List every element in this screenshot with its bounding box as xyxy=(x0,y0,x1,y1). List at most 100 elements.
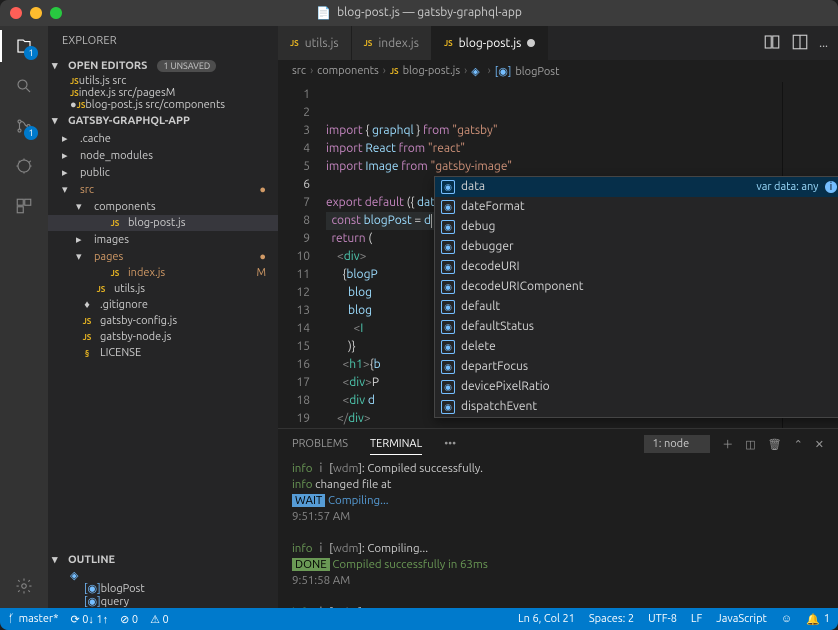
tree-folder[interactable]: ▾src● xyxy=(48,181,278,198)
maximize-panel-icon[interactable]: ⌃ xyxy=(794,438,803,451)
tab-more[interactable]: ••• xyxy=(444,434,456,454)
editor-tabs: JSutils.jsJSindex.jsJSblog-post.js ... xyxy=(278,26,838,60)
file-tree: ▸.cache▸node_modules▸public▾src●▾compone… xyxy=(48,130,278,550)
tree-folder[interactable]: ▸public xyxy=(48,164,278,181)
tree-file[interactable]: JSindex.jsM xyxy=(48,265,278,281)
title-project: gatsby-graphql-app xyxy=(417,6,522,19)
file-icon: 📄 xyxy=(316,6,331,20)
status-errors[interactable]: ⊘ 0 xyxy=(120,613,138,626)
extensions-icon[interactable] xyxy=(12,194,36,218)
eol[interactable]: LF xyxy=(691,613,702,626)
open-editor-item[interactable]: JSindex.js src/pagesM xyxy=(48,87,278,99)
tree-folder[interactable]: ▾pages● xyxy=(48,248,278,265)
suggest-item[interactable]: ◉datavar data: any i xyxy=(435,177,838,197)
new-terminal-icon[interactable]: ＋ xyxy=(722,436,733,452)
suggest-item[interactable]: ◉defaultStatus xyxy=(435,317,838,337)
trash-icon[interactable]: 🗑 xyxy=(768,438,782,451)
tree-file[interactable]: JSgatsby-config.js xyxy=(48,313,278,329)
git-branch[interactable]: ᚶ master* xyxy=(8,613,58,625)
suggest-item[interactable]: ◉dateFormat xyxy=(435,197,838,217)
chevron-down-icon: ▾ xyxy=(52,553,64,566)
tree-folder[interactable]: ▸.cache xyxy=(48,130,278,147)
feedback-icon[interactable]: ☺ xyxy=(781,613,792,626)
tree-folder[interactable]: ▸node_modules xyxy=(48,147,278,164)
tree-folder[interactable]: ▾components xyxy=(48,198,278,215)
scm-icon[interactable]: 1 xyxy=(12,114,36,138)
code-content[interactable]: import { graphql } from "gatsby"import R… xyxy=(320,82,782,428)
breadcrumb-segment[interactable]: components xyxy=(317,65,379,77)
open-editors-header[interactable]: ▾ OPEN EDITORS 1 UNSAVED xyxy=(48,56,278,75)
sidebar: EXPLORER ▾ OPEN EDITORS 1 UNSAVED JSutil… xyxy=(48,26,278,608)
project-header[interactable]: ▾ GATSBY-GRAPHQL-APP xyxy=(48,111,278,130)
editor-tab[interactable]: JSutils.js xyxy=(278,26,352,60)
split-terminal-icon[interactable]: ◫ xyxy=(745,438,755,451)
suggest-item[interactable]: ◉devicePixelRatio xyxy=(435,377,838,397)
breadcrumb[interactable]: src›components›JSblog-post.js›◈›[◉]blogP… xyxy=(278,60,838,82)
chevron-down-icon: ▾ xyxy=(52,59,64,72)
git-sync[interactable]: ⟳ 0↓ 1↑ xyxy=(70,613,108,626)
suggest-item[interactable]: ◉dispatchEvent xyxy=(435,397,838,417)
suggest-item[interactable]: ◉decodeURI xyxy=(435,257,838,277)
terminal-output[interactable]: info ｉ [wdm]: Compiled successfully.info… xyxy=(278,459,838,608)
indent[interactable]: Spaces: 2 xyxy=(589,613,634,626)
suggest-item[interactable]: ◉debug xyxy=(435,217,838,237)
tree-folder[interactable]: ▸images xyxy=(48,231,278,248)
breadcrumb-segment[interactable]: ◈ xyxy=(471,65,483,78)
sidebar-title: EXPLORER xyxy=(48,26,278,56)
tab-problems[interactable]: PROBLEMS xyxy=(292,434,348,454)
language-mode[interactable]: JavaScript xyxy=(716,613,767,626)
outline-label: OUTLINE xyxy=(68,554,115,566)
notifications[interactable]: 🔔 1 xyxy=(806,613,830,626)
bottom-panel: PROBLEMS TERMINAL ••• 1: node ＋ ◫ 🗑 ⌃ ✕ … xyxy=(278,428,838,608)
scm-badge: 1 xyxy=(24,126,38,140)
breadcrumb-segment[interactable]: JSblog-post.js xyxy=(390,65,460,77)
unsaved-badge: 1 UNSAVED xyxy=(157,60,216,72)
suggest-item[interactable]: ◉departFocus xyxy=(435,357,838,377)
open-editor-item[interactable]: JSutils.js src xyxy=(48,75,278,87)
status-warnings[interactable]: ⚠ 0 xyxy=(150,613,169,626)
open-editors-label: OPEN EDITORS xyxy=(68,60,147,72)
outline-item[interactable]: [◉]blogPost xyxy=(48,582,278,595)
close-panel-icon[interactable]: ✕ xyxy=(815,438,824,451)
outline-list: ◈[◉]blogPost[◉]query xyxy=(48,569,278,608)
compare-icon[interactable] xyxy=(763,33,781,54)
title-file: blog-post.js xyxy=(337,6,400,19)
editor-tab[interactable]: JSindex.js xyxy=(352,26,432,60)
suggest-item[interactable]: ◉decodeURIComponent xyxy=(435,277,838,297)
chevron-down-icon: ▾ xyxy=(52,114,64,127)
project-label: GATSBY-GRAPHQL-APP xyxy=(68,115,190,127)
suggest-item[interactable]: ◉default xyxy=(435,297,838,317)
status-bar: ᚶ master* ⟳ 0↓ 1↑ ⊘ 0 ⚠ 0 Ln 6, Col 21 S… xyxy=(0,608,838,630)
encoding[interactable]: UTF-8 xyxy=(648,613,677,626)
tree-file[interactable]: ♦.gitignore xyxy=(48,297,278,313)
cursor-position[interactable]: Ln 6, Col 21 xyxy=(518,613,575,626)
titlebar: 📄 blog-post.js — gatsby-graphql-app xyxy=(0,0,838,26)
outline-item[interactable]: [◉]query xyxy=(48,595,278,608)
tree-file[interactable]: JSgatsby-node.js xyxy=(48,329,278,345)
terminal-dropdown[interactable]: 1: node xyxy=(644,435,711,453)
breadcrumb-segment[interactable]: src xyxy=(292,65,306,77)
search-icon[interactable] xyxy=(12,74,36,98)
breadcrumb-segment[interactable]: [◉]blogPost xyxy=(495,65,560,78)
open-editors-list: JSutils.js srcJSindex.js src/pagesM●JSbl… xyxy=(48,75,278,111)
debug-icon[interactable] xyxy=(12,154,36,178)
code-editor[interactable]: 12345678910111213141516171819 import { g… xyxy=(278,82,838,428)
line-gutter: 12345678910111213141516171819 xyxy=(278,82,320,428)
tab-terminal[interactable]: TERMINAL xyxy=(370,434,422,455)
tree-file[interactable]: JSblog-post.js xyxy=(48,215,278,231)
open-editor-item[interactable]: ●JSblog-post.js src/components xyxy=(48,99,278,111)
explorer-icon[interactable]: 1 xyxy=(12,34,36,58)
suggest-item[interactable]: ◉debugger xyxy=(435,237,838,257)
activity-bar: 1 1 xyxy=(0,26,48,608)
split-editor-icon[interactable] xyxy=(791,33,809,54)
tree-file[interactable]: JSutils.js xyxy=(48,281,278,297)
intellisense-popup[interactable]: ◉datavar data: any i◉dateFormat◉debug◉de… xyxy=(434,176,838,418)
suggest-item[interactable]: ◉delete xyxy=(435,337,838,357)
settings-icon[interactable] xyxy=(12,574,36,598)
explorer-badge: 1 xyxy=(24,46,38,60)
outline-item[interactable]: ◈ xyxy=(48,569,278,582)
outline-header[interactable]: ▾ OUTLINE xyxy=(48,550,278,569)
tree-file[interactable]: §LICENSE xyxy=(48,345,278,361)
editor-tab[interactable]: JSblog-post.js xyxy=(432,26,548,60)
more-icon[interactable]: ... xyxy=(819,37,828,50)
